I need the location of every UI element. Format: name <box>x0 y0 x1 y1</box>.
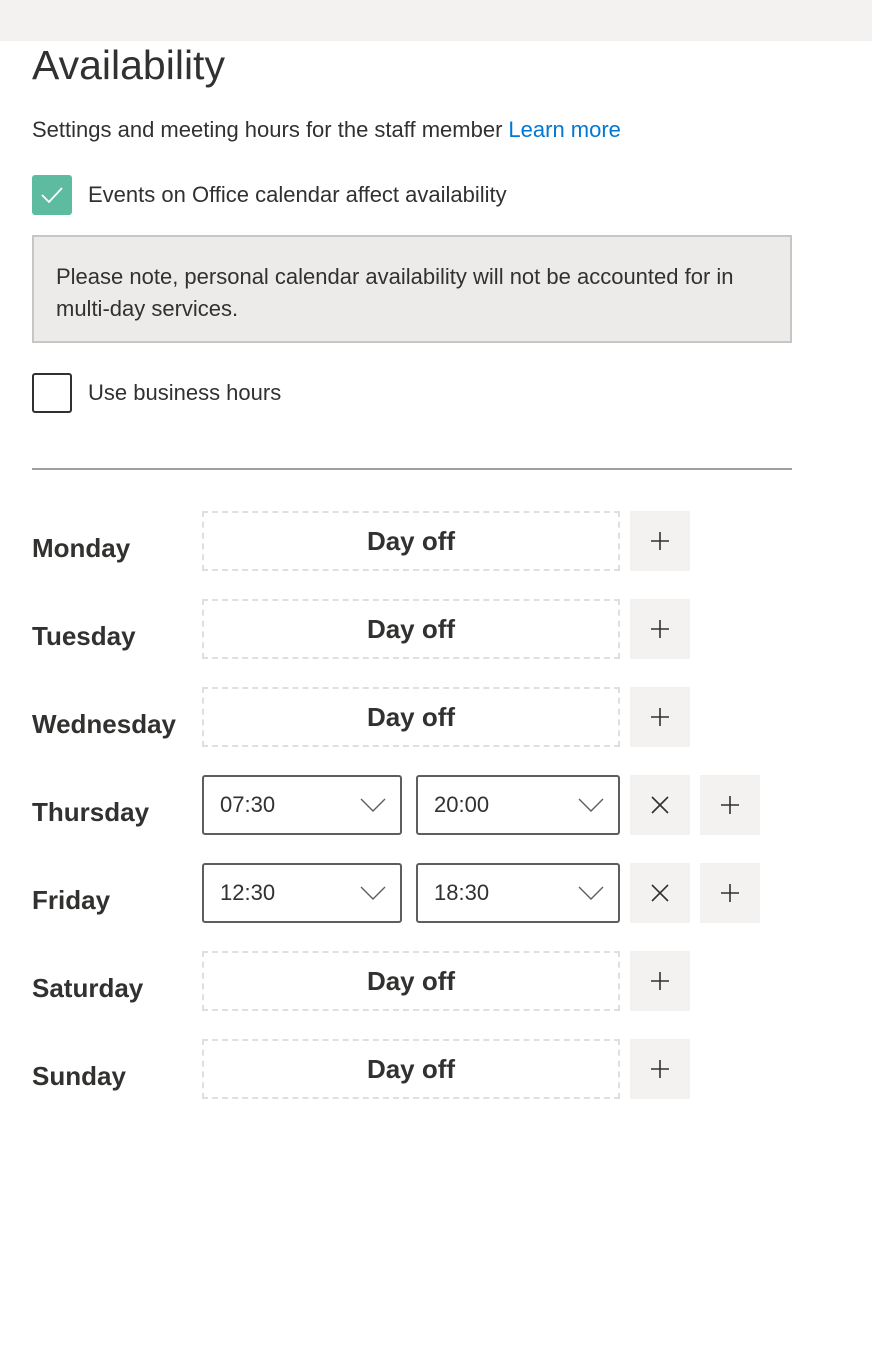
learn-more-link[interactable]: Learn more <box>508 117 621 142</box>
add-hours-button[interactable] <box>700 775 760 835</box>
start-time-value: 07:30 <box>220 792 276 817</box>
end-time-dropdown[interactable]: 20:00 <box>416 775 620 835</box>
close-icon <box>651 796 669 814</box>
day-off-slot: Day off <box>202 599 620 659</box>
start-time-value: 12:30 <box>220 880 276 905</box>
plus-icon <box>651 708 669 726</box>
chevron-down-icon <box>578 798 604 812</box>
checkmark-icon <box>41 187 63 203</box>
plus-icon <box>651 532 669 550</box>
office-calendar-option[interactable]: Events on Office calendar affect availab… <box>32 175 507 215</box>
day-name: Wednesday <box>32 709 177 739</box>
chevron-down-icon <box>578 886 604 900</box>
day-name: Tuesday <box>32 621 136 651</box>
business-hours-checkbox[interactable] <box>32 373 72 413</box>
add-hours-button[interactable] <box>630 687 690 747</box>
close-icon <box>651 884 669 902</box>
chevron-down-icon <box>360 886 386 900</box>
day-off-slot: Day off <box>202 687 620 747</box>
add-hours-button[interactable] <box>630 951 690 1011</box>
remove-hours-button[interactable] <box>630 863 690 923</box>
day-row-monday: Monday Day off <box>32 511 832 571</box>
chevron-down-icon <box>360 798 386 812</box>
business-hours-label: Use business hours <box>88 380 282 405</box>
day-row-friday: Friday 12:30 18:30 <box>32 863 832 923</box>
end-time-dropdown[interactable]: 18:30 <box>416 863 620 923</box>
subtitle-text: Settings and meeting hours for the staff… <box>32 117 503 142</box>
page-subtitle: Settings and meeting hours for the staff… <box>32 117 621 143</box>
end-time-value: 18:30 <box>434 880 490 905</box>
info-note: Please note, personal calendar availabil… <box>32 235 792 343</box>
day-off-slot: Day off <box>202 951 620 1011</box>
business-hours-option[interactable]: Use business hours <box>32 373 281 413</box>
day-row-saturday: Saturday Day off <box>32 951 832 1011</box>
add-hours-button[interactable] <box>630 511 690 571</box>
plus-icon <box>651 620 669 638</box>
plus-icon <box>651 972 669 990</box>
end-time-value: 20:00 <box>434 792 490 817</box>
day-name: Friday <box>32 885 111 915</box>
day-name: Monday <box>32 533 131 563</box>
day-row-sunday: Sunday Day off <box>32 1039 832 1099</box>
add-hours-button[interactable] <box>630 599 690 659</box>
start-time-dropdown[interactable]: 07:30 <box>202 775 402 835</box>
day-name: Saturday <box>32 973 144 1003</box>
day-off-slot: Day off <box>202 511 620 571</box>
day-name: Thursday <box>32 797 150 827</box>
add-hours-button[interactable] <box>700 863 760 923</box>
plus-icon <box>721 796 739 814</box>
top-bar <box>0 0 872 41</box>
plus-icon <box>651 1060 669 1078</box>
divider <box>32 468 792 470</box>
day-row-tuesday: Tuesday Day off <box>32 599 832 659</box>
page-title: Availability <box>32 42 225 88</box>
add-hours-button[interactable] <box>630 1039 690 1099</box>
start-time-dropdown[interactable]: 12:30 <box>202 863 402 923</box>
day-row-wednesday: Wednesday Day off <box>32 687 832 747</box>
day-row-thursday: Thursday 07:30 20:00 <box>32 775 832 835</box>
plus-icon <box>721 884 739 902</box>
office-calendar-label: Events on Office calendar affect availab… <box>88 182 507 207</box>
remove-hours-button[interactable] <box>630 775 690 835</box>
office-calendar-checkbox[interactable] <box>32 175 72 215</box>
day-name: Sunday <box>32 1061 126 1091</box>
day-off-slot: Day off <box>202 1039 620 1099</box>
